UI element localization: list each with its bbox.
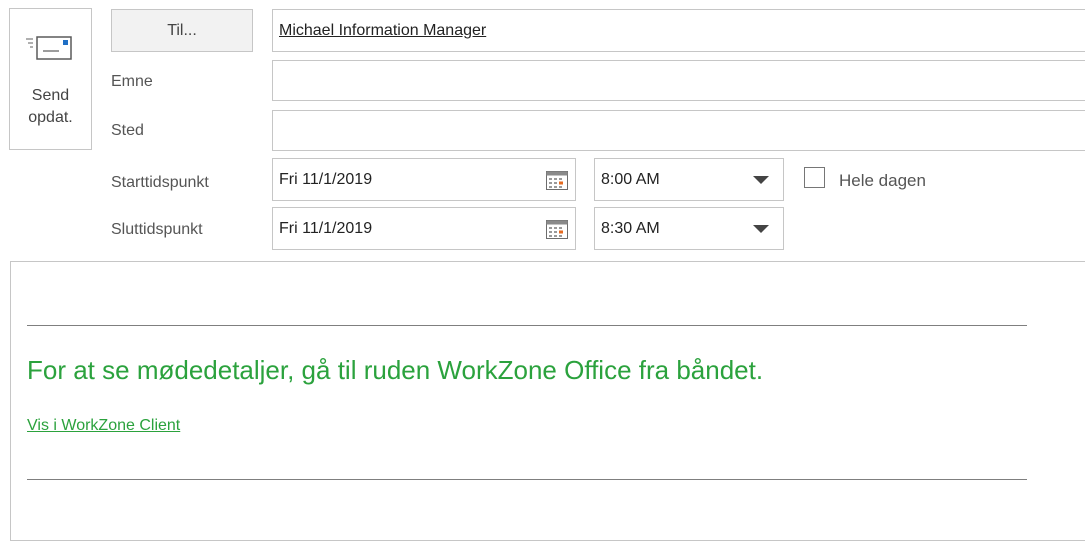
divider-top — [27, 325, 1027, 326]
start-time-dropdown[interactable]: 8:00 AM — [594, 158, 784, 201]
to-recipient[interactable]: Michael Information Manager — [279, 22, 486, 40]
end-time-label: Sluttidspunkt — [111, 221, 203, 238]
location-input[interactable] — [272, 110, 1085, 151]
divider-bottom — [27, 479, 1027, 480]
end-date-value: Fri 11/1/2019 — [279, 219, 373, 237]
envelope-send-icon — [25, 36, 72, 60]
chevron-down-icon[interactable] — [753, 175, 769, 184]
calendar-icon[interactable] — [545, 169, 569, 191]
workzone-client-link[interactable]: Vis i WorkZone Client — [27, 417, 180, 435]
send-update-label: Send opdat. — [28, 85, 72, 129]
send-label-line2: opdat. — [28, 109, 73, 126]
start-date-value: Fri 11/1/2019 — [279, 170, 373, 188]
to-field[interactable]: Michael Information Manager — [272, 9, 1085, 52]
subject-input[interactable] — [272, 60, 1085, 101]
end-time-value: 8:30 AM — [601, 219, 660, 237]
all-day-checkbox[interactable] — [804, 167, 825, 188]
message-body[interactable] — [10, 261, 1085, 541]
end-time-dropdown[interactable]: 8:30 AM — [594, 207, 784, 250]
location-label: Sted — [111, 122, 144, 139]
all-day-label[interactable]: Hele dagen — [839, 171, 926, 191]
meeting-info-text: For at se mødedetaljer, gå til ruden Wor… — [27, 355, 764, 385]
start-time-value: 8:00 AM — [601, 170, 660, 188]
chevron-down-icon[interactable] — [753, 224, 769, 233]
start-time-label: Starttidspunkt — [111, 174, 209, 191]
send-label-line1: Send — [31, 87, 70, 104]
to-button[interactable]: Til... — [111, 9, 253, 52]
send-update-button[interactable]: Send opdat. — [9, 8, 92, 150]
to-button-label: Til... — [167, 21, 197, 39]
start-date-picker[interactable]: Fri 11/1/2019 — [272, 158, 576, 201]
subject-label: Emne — [111, 73, 153, 90]
end-date-picker[interactable]: Fri 11/1/2019 — [272, 207, 576, 250]
calendar-icon[interactable] — [545, 218, 569, 240]
